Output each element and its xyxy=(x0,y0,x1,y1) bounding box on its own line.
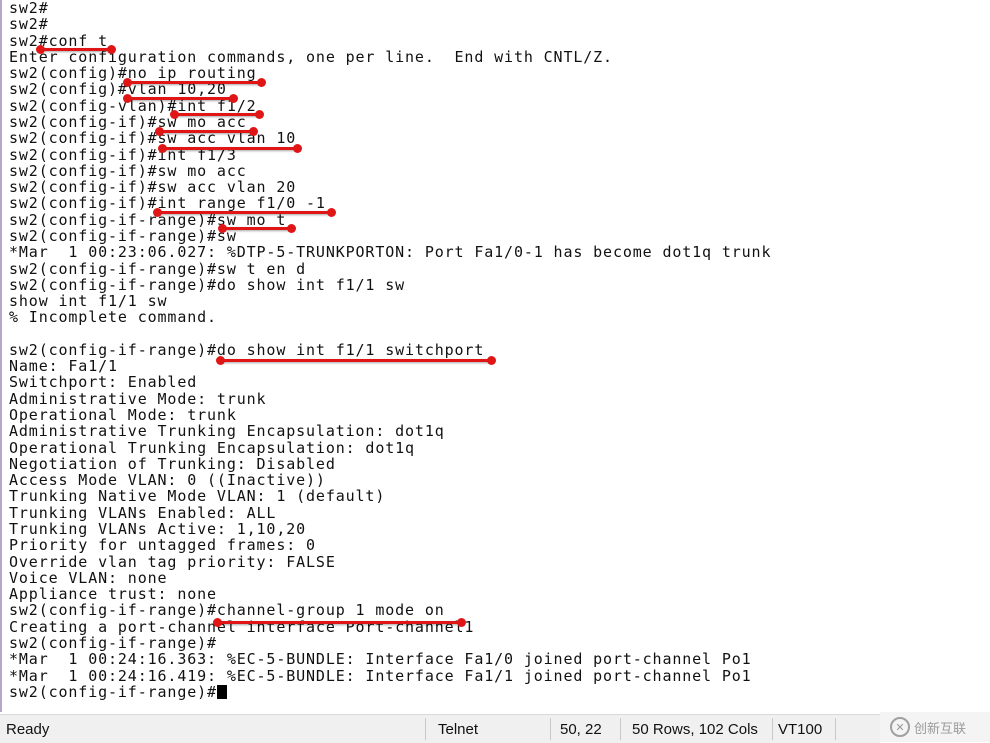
terminal-line: sw2(config-if)#int f1/3 xyxy=(9,145,237,164)
terminal-line: Trunking VLANs Active: 1,10,20 xyxy=(9,520,307,538)
watermark: ✕ 创新互联 xyxy=(880,712,990,742)
terminal-window[interactable]: sw2# sw2# sw2#conf t Enter configuration co… xyxy=(0,0,990,712)
terminal-line: *Mar 1 00:24:16.419: %EC-5-BUNDLE: Inter… xyxy=(9,666,752,685)
terminal-line: Administrative Mode: trunk xyxy=(9,389,267,408)
terminal-line: sw2(config-if)#sw mo acc xyxy=(9,161,247,180)
terminal-line: sw2(config-if-range)#channel-group 1 mod… xyxy=(9,601,445,620)
terminal-line: % Incomplete command. xyxy=(9,308,217,327)
terminal-line: *Mar 1 00:23:06.027: %DTP-5-TRUNKPORTON:… xyxy=(9,243,772,262)
annotation-underline xyxy=(36,45,116,54)
terminal-output: sw2# sw2# sw2#conf t Enter configuration co… xyxy=(9,0,771,700)
terminal-line: Access Mode VLAN: 0 ((Inactive)) xyxy=(9,471,326,490)
terminal-line: Voice VLAN: none xyxy=(9,568,168,587)
annotation-underline xyxy=(170,110,264,119)
terminal-line: sw2(config-if-range)#do show int f1/1 sw… xyxy=(9,340,485,359)
terminal-line: Switchport: Enabled xyxy=(9,373,198,392)
terminal-line: Trunking Native Mode VLAN: 1 (default) xyxy=(9,487,386,506)
annotation-underline xyxy=(213,618,466,627)
terminal-line: sw2(config-if-range)#do show int f1/1 sw xyxy=(9,275,406,294)
annotation-underline xyxy=(158,144,302,153)
terminal-line: sw2(config-if)#sw acc vlan 20 xyxy=(9,178,297,197)
terminal-line: sw2(config-if)#sw acc vlan 10 xyxy=(9,129,297,148)
annotation-underline xyxy=(123,94,238,103)
status-terminal-size: 50 Rows, 102 Cols xyxy=(632,721,758,738)
terminal-line: sw2# xyxy=(9,15,49,34)
terminal-line: Appliance trust: none xyxy=(9,585,217,604)
status-protocol: Telnet xyxy=(438,721,479,738)
status-cursor-position: 50, 22 xyxy=(560,721,602,738)
annotation-underline xyxy=(155,127,258,136)
watermark-text: 创新互联 xyxy=(914,721,967,737)
terminal-line: sw2(config-if-range)#sw t en d xyxy=(9,259,307,278)
terminal-line: Trunking VLANs Enabled: ALL xyxy=(9,503,277,522)
terminal-line: Administrative Trunking Encapsulation: d… xyxy=(9,422,445,441)
status-emulation: VT100 xyxy=(778,721,823,738)
terminal-line: show int f1/1 sw xyxy=(9,292,168,311)
terminal-line: sw2(config-if-range)#sw xyxy=(9,226,237,245)
terminal-line: Negotiation of Trunking: Disabled xyxy=(9,454,336,473)
terminal-line: *Mar 1 00:24:16.363: %EC-5-BUNDLE: Inter… xyxy=(9,650,752,669)
terminal-line: sw2(config-if-range)# xyxy=(9,633,217,652)
status-ready: Ready xyxy=(6,721,50,738)
terminal-line: sw2(config-if-range)# xyxy=(9,684,771,700)
status-bar: Ready Telnet 50, 22 50 Rows, 102 Cols VT… xyxy=(0,714,880,743)
terminal-line: sw2# xyxy=(9,0,49,17)
terminal-line: Enter configuration commands, one per li… xyxy=(9,47,613,66)
terminal-line: Operational Trunking Encapsulation: dot1… xyxy=(9,438,415,457)
terminal-line: Priority for untagged frames: 0 xyxy=(9,536,316,555)
annotation-underline xyxy=(153,208,336,217)
terminal-line: sw2(config-if)#int range f1/0 -1 xyxy=(9,194,326,213)
watermark-logo-icon: ✕ xyxy=(890,717,910,737)
terminal-line: sw2#conf t xyxy=(9,31,109,50)
terminal-line: sw2(config-if-range)#sw mo t xyxy=(9,210,287,229)
terminal-line: sw2(config-if)#sw mo acc xyxy=(9,112,247,131)
terminal-line: Operational Mode: trunk xyxy=(9,406,237,425)
terminal-line: Override vlan tag priority: FALSE xyxy=(9,552,336,571)
text-cursor xyxy=(216,684,227,699)
annotation-underline xyxy=(123,78,266,87)
annotation-underline xyxy=(216,356,496,365)
annotation-underline xyxy=(218,224,296,233)
